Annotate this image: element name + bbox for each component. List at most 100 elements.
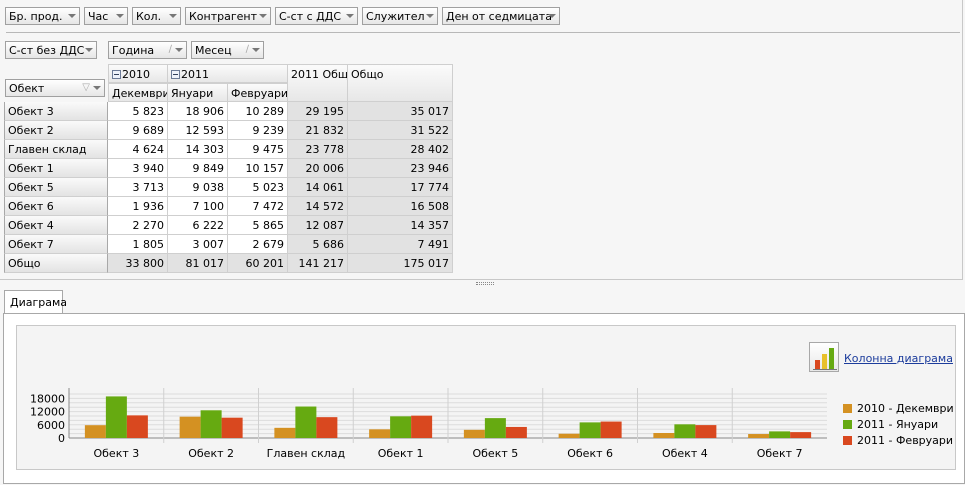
value-cell[interactable]: 5 023 bbox=[228, 178, 288, 197]
bar bbox=[484, 418, 506, 438]
filter-field-quantity[interactable]: Кол. bbox=[132, 7, 181, 25]
value-cell[interactable]: 10 289 bbox=[228, 102, 288, 121]
column-field-year[interactable]: Година ∕ bbox=[108, 41, 187, 59]
subtotal-cell[interactable]: 29 195 bbox=[288, 102, 348, 121]
bar bbox=[695, 425, 717, 438]
column-header-year-2010[interactable]: 2010 bbox=[108, 64, 168, 83]
subtotal-cell[interactable]: 7 491 bbox=[348, 235, 453, 254]
month-label: Декември bbox=[112, 87, 168, 100]
value-cell[interactable]: 2 270 bbox=[108, 216, 168, 235]
bar bbox=[105, 396, 127, 438]
value-cell[interactable]: 10 157 bbox=[228, 159, 288, 178]
row-header[interactable]: Главен склад bbox=[4, 140, 108, 159]
subtotal-cell[interactable]: 21 832 bbox=[288, 121, 348, 140]
filter-field-employee[interactable]: Служител bbox=[362, 7, 438, 25]
bar bbox=[200, 410, 222, 438]
chart-type-button[interactable] bbox=[809, 342, 839, 372]
total-cell[interactable]: 175 017 bbox=[348, 254, 453, 273]
value-cell[interactable]: 1 936 bbox=[108, 197, 168, 216]
value-cell[interactable]: 3 007 bbox=[168, 235, 228, 254]
value-cell[interactable]: 1 805 bbox=[108, 235, 168, 254]
x-tick-label: Обект 5 bbox=[472, 447, 518, 460]
value-cell[interactable]: 9 689 bbox=[108, 121, 168, 140]
row-header[interactable]: Обект 2 bbox=[4, 121, 108, 140]
collapse-icon[interactable] bbox=[112, 70, 121, 79]
chevron-down-icon bbox=[116, 14, 124, 18]
chevron-down-icon bbox=[68, 14, 76, 18]
field-label: Служител bbox=[366, 10, 425, 23]
filter-field-value-with-vat[interactable]: С-ст с ДДС bbox=[275, 7, 358, 25]
subtotal-cell[interactable]: 20 006 bbox=[288, 159, 348, 178]
value-cell[interactable]: 3 713 bbox=[108, 178, 168, 197]
bar bbox=[369, 429, 391, 438]
subtotal-cell[interactable]: 16 508 bbox=[348, 197, 453, 216]
subtotal-cell[interactable]: 35 017 bbox=[348, 102, 453, 121]
data-field-value-without-vat[interactable]: С-ст без ДДС bbox=[5, 41, 97, 59]
pivot-grid: Бр. прод. Час Кол. Контрагент С-ст с ДДС… bbox=[0, 0, 963, 285]
tab-chart[interactable]: Диаграма bbox=[4, 290, 67, 314]
row-header[interactable]: Обект 5 bbox=[4, 178, 108, 197]
bar bbox=[126, 415, 148, 438]
splitter-handle[interactable] bbox=[476, 282, 494, 285]
filter-field-hour[interactable]: Час bbox=[84, 7, 128, 25]
value-cell[interactable]: 9 849 bbox=[168, 159, 228, 178]
value-cell[interactable]: 5 823 bbox=[108, 102, 168, 121]
subtotal-cell[interactable]: 23 946 bbox=[348, 159, 453, 178]
bar bbox=[463, 429, 485, 438]
subtotal-cell[interactable]: 14 572 bbox=[288, 197, 348, 216]
column-header-month[interactable]: Февруари bbox=[228, 83, 288, 102]
value-cell[interactable]: 6 222 bbox=[168, 216, 228, 235]
value-cell[interactable]: 18 906 bbox=[168, 102, 228, 121]
subtotal-cell[interactable]: 28 402 bbox=[348, 140, 453, 159]
field-label: С-ст без ДДС bbox=[9, 44, 85, 57]
subtotal-cell[interactable]: 23 778 bbox=[288, 140, 348, 159]
value-cell[interactable]: 5 865 bbox=[228, 216, 288, 235]
filter-field-counterparty[interactable]: Контрагент bbox=[185, 7, 271, 25]
row-header[interactable]: Обект 4 bbox=[4, 216, 108, 235]
chevron-down-icon bbox=[85, 48, 93, 52]
row-header[interactable]: Обект 7 bbox=[4, 235, 108, 254]
column-header-month[interactable]: Декември bbox=[108, 83, 168, 102]
legend-swatch bbox=[843, 436, 852, 445]
value-cell[interactable]: 9 239 bbox=[228, 121, 288, 140]
legend-label: 2011 - Февруари bbox=[857, 434, 954, 447]
legend-label: 2010 - Декември bbox=[857, 402, 954, 415]
total-cell[interactable]: 60 201 bbox=[228, 254, 288, 273]
bar bbox=[84, 425, 106, 438]
value-cell[interactable]: 9 475 bbox=[228, 140, 288, 159]
row-field-object[interactable]: Обект ▽ bbox=[5, 79, 105, 97]
total-cell[interactable]: 141 217 bbox=[288, 254, 348, 273]
value-cell[interactable]: 9 038 bbox=[168, 178, 228, 197]
field-label: Бр. прод. bbox=[9, 10, 63, 23]
column-field-month[interactable]: Месец ∕ bbox=[191, 41, 264, 59]
column-header-month[interactable]: Януари bbox=[168, 83, 228, 102]
subtotal-cell[interactable]: 5 686 bbox=[288, 235, 348, 254]
value-cell[interactable]: 12 593 bbox=[168, 121, 228, 140]
value-cell[interactable]: 4 624 bbox=[108, 140, 168, 159]
subtotal-cell[interactable]: 14 061 bbox=[288, 178, 348, 197]
bar bbox=[221, 417, 243, 438]
total-cell[interactable]: 33 800 bbox=[108, 254, 168, 273]
collapse-icon[interactable] bbox=[171, 70, 180, 79]
subtotal-cell[interactable]: 12 087 bbox=[288, 216, 348, 235]
row-header[interactable]: Обект 3 bbox=[4, 102, 108, 121]
value-cell[interactable]: 2 679 bbox=[228, 235, 288, 254]
subtotal-cell[interactable]: 31 522 bbox=[348, 121, 453, 140]
value-cell[interactable]: 14 303 bbox=[168, 140, 228, 159]
subtotal-cell[interactable]: 17 774 bbox=[348, 178, 453, 197]
column-header-year-2011[interactable]: 2011 bbox=[168, 64, 288, 83]
value-cell[interactable]: 7 472 bbox=[228, 197, 288, 216]
filter-field-sales-count[interactable]: Бр. прод. bbox=[5, 7, 80, 25]
total-cell[interactable]: 81 017 bbox=[168, 254, 228, 273]
row-header[interactable]: Обект 6 bbox=[4, 197, 108, 216]
column-header-grand-total: Общо bbox=[348, 64, 453, 102]
filter-field-weekday[interactable]: Ден от седмицата bbox=[442, 7, 560, 25]
subtotal-cell[interactable]: 14 357 bbox=[348, 216, 453, 235]
month-label: Януари bbox=[171, 87, 214, 100]
value-cell[interactable]: 3 940 bbox=[108, 159, 168, 178]
row-header[interactable]: Обект 1 bbox=[4, 159, 108, 178]
chart-type-link[interactable]: Колонна диаграма bbox=[844, 352, 953, 365]
grand-total-row-header[interactable]: Общо bbox=[4, 254, 108, 273]
value-cell[interactable]: 7 100 bbox=[168, 197, 228, 216]
chevron-down-icon bbox=[259, 14, 267, 18]
